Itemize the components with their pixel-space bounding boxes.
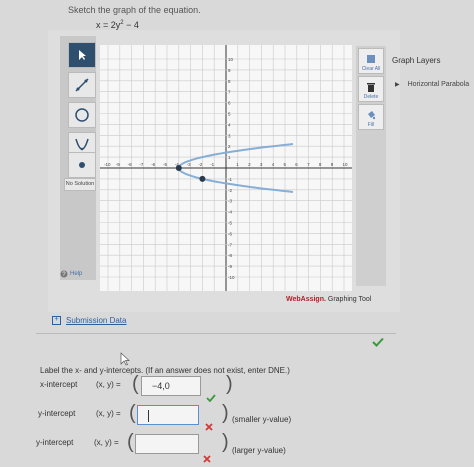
y-tick-label: -7: [228, 242, 232, 247]
smaller-y-note: (smaller y-value): [232, 415, 292, 424]
row-label: y-intercept: [36, 438, 74, 447]
row-label: y-intercept: [38, 409, 76, 418]
y-tick-label: 10: [228, 57, 234, 62]
text-caret: [148, 409, 149, 422]
x-tick-label: -10: [104, 162, 111, 167]
x-intercept-input[interactable]: −4,0: [141, 376, 201, 396]
y-intercept-smaller-input[interactable]: [137, 405, 199, 425]
help-label: Help: [70, 271, 83, 277]
vertex-point[interactable]: [175, 165, 182, 171]
y-tick-label: -8: [228, 253, 232, 258]
trash-icon: [367, 83, 375, 92]
x-tick-label: 10: [343, 162, 349, 167]
clear-all-icon: [367, 55, 375, 63]
larger-y-note: (larger y-value): [232, 446, 286, 455]
close-paren: ): [222, 402, 229, 424]
y-tick-label: -1: [228, 177, 232, 182]
help-icon: ?: [60, 270, 68, 278]
x-tick-label: -5: [163, 162, 167, 167]
x-tick-label: -6: [151, 162, 155, 167]
action-sidebar: Clear All Delete Fill: [356, 46, 386, 286]
intercept-row-y-larger: y-intercept: [36, 438, 73, 447]
equation-rhs: − 4: [123, 20, 139, 30]
y-tick-label: -3: [228, 199, 232, 204]
fill-label: Fill: [367, 122, 375, 128]
x-tick-label: -3: [187, 162, 191, 167]
point-icon: [79, 162, 85, 168]
incorrect-x-icon: [203, 455, 211, 463]
circle-icon: [75, 108, 89, 122]
close-paren: ): [222, 431, 229, 453]
graph-layers-title: Graph Layers: [392, 56, 441, 65]
x-tick-label: -9: [116, 162, 120, 167]
x-tick-label: -7: [139, 162, 143, 167]
instruction-text: Sketch the graph of the equation.: [68, 5, 201, 15]
delete-label: Delete: [363, 94, 379, 100]
intercept-row-y-smaller: y-intercept: [38, 409, 75, 418]
correct-check-icon: [206, 394, 216, 402]
equation-lhs: x = 2y: [96, 20, 121, 30]
circle-tool-button[interactable]: [68, 102, 96, 128]
open-paren: (: [127, 431, 134, 453]
brand-name: WebAssign.: [286, 296, 326, 303]
pointer-icon: [79, 50, 86, 60]
clear-all-button[interactable]: Clear All: [358, 48, 384, 74]
open-paren: (: [132, 373, 139, 395]
line-tool-button[interactable]: [68, 72, 96, 98]
submission-data-label: Submission Data: [66, 316, 127, 325]
pointer-tool-button[interactable]: [68, 42, 96, 68]
fill-bucket-icon: [368, 111, 376, 120]
row-label: x-intercept: [40, 380, 78, 389]
xy-label: (x, y) =: [96, 409, 121, 418]
no-solution-button[interactable]: No Solution: [64, 178, 96, 191]
equation: x = 2y2 − 4: [96, 20, 139, 30]
y-intercept-larger-input[interactable]: [135, 434, 199, 454]
y-tick-label: -9: [228, 264, 232, 269]
help-link[interactable]: ? Help: [60, 270, 82, 278]
y-tick-label: -4: [228, 210, 232, 215]
layer-item-label: Horizontal Parabola: [407, 81, 470, 88]
brand-suffix: Graphing Tool: [325, 296, 372, 303]
submission-data-toggle[interactable]: + Submission Data: [52, 316, 126, 325]
coordinate-grid[interactable]: -10 -9 -8 -7 -6 -5 -4 -3 -2 -1 1 2 3 4 5 6 7 8 9 1010987654…: [100, 45, 352, 291]
correct-check-icon: [372, 337, 384, 347]
webassign-branding: WebAssign. Graphing Tool: [286, 296, 371, 303]
expand-arrow-icon: ▶: [395, 82, 400, 88]
second-point[interactable]: [199, 175, 206, 182]
fill-button[interactable]: Fill: [358, 104, 384, 130]
incorrect-x-icon: [205, 423, 213, 431]
mouse-cursor-icon: [120, 352, 130, 366]
y-tick-label: -5: [228, 221, 232, 226]
parabola-icon: [75, 138, 89, 151]
x-tick-label: -2: [198, 162, 202, 167]
plus-icon: +: [52, 316, 61, 325]
y-tick-label: -6: [228, 231, 232, 236]
y-tick-label: -2: [228, 188, 232, 193]
intercept-row-x: x-intercept: [40, 380, 77, 389]
y-tick-label: -10: [228, 275, 235, 280]
line-icon: [75, 78, 89, 92]
x-tick-label: -1: [210, 162, 214, 167]
x-tick-label: -8: [128, 162, 132, 167]
xy-label: (x, y) =: [96, 380, 121, 389]
point-tool-button[interactable]: [68, 152, 96, 178]
clear-all-label: Clear All: [361, 66, 381, 72]
open-paren: (: [129, 402, 136, 424]
divider: [36, 333, 396, 334]
layer-item-horizontal-parabola[interactable]: ▶ Horizontal Parabola: [395, 81, 469, 88]
close-paren: ): [226, 373, 233, 395]
xy-label: (x, y) =: [94, 438, 119, 447]
delete-button[interactable]: Delete: [358, 76, 384, 102]
question-text: Label the x- and y-intercepts. (If an an…: [40, 366, 290, 375]
tool-sidebar: No Solution: [60, 36, 96, 280]
